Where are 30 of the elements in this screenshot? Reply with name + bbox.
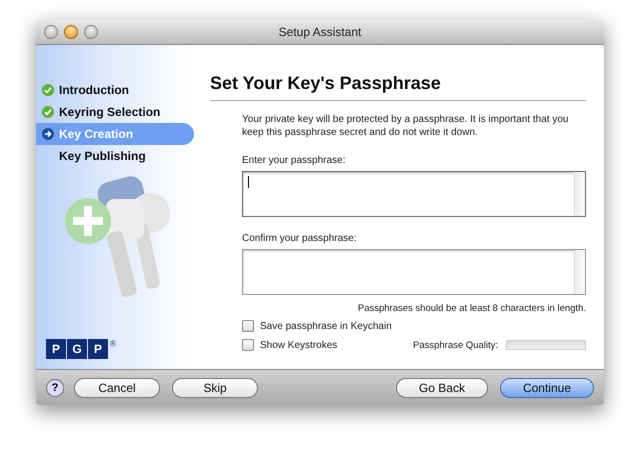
footer-button[interactable]: Skip bbox=[172, 378, 258, 398]
quality-label: Passphrase Quality: bbox=[412, 340, 498, 350]
check-icon bbox=[42, 84, 54, 96]
text-cursor bbox=[248, 176, 249, 188]
step-item[interactable]: Introduction bbox=[36, 79, 194, 101]
footer-button[interactable]: Go Back bbox=[396, 378, 488, 398]
page-title: Set Your Key's Passphrase bbox=[210, 73, 586, 101]
field-label: Enter your passphrase: bbox=[242, 155, 346, 166]
hint-text: Passphrases should be at least 8 characters in length. bbox=[356, 303, 586, 314]
arrow-icon bbox=[42, 128, 54, 140]
help-button[interactable]: ? bbox=[46, 378, 64, 396]
checkbox[interactable] bbox=[242, 320, 254, 332]
footer-button[interactable]: Cancel bbox=[74, 378, 160, 398]
passphrase-field[interactable] bbox=[242, 171, 586, 217]
registered-mark: ® bbox=[110, 339, 116, 348]
footer-button[interactable]: Continue bbox=[500, 378, 594, 398]
pgp-logo: P G P bbox=[46, 339, 108, 359]
step-item[interactable]: Keyring Selection bbox=[36, 101, 194, 123]
checkbox-label: Save passphrase in Keychain bbox=[260, 320, 392, 332]
window-title: Setup Assistant bbox=[278, 25, 362, 39]
close-button[interactable] bbox=[44, 25, 58, 39]
checkbox-label: Show Keystrokes bbox=[260, 340, 338, 350]
minimize-button[interactable] bbox=[64, 25, 78, 39]
step-item[interactable]: Key Publishing bbox=[36, 145, 194, 167]
passphrase-field[interactable] bbox=[242, 249, 586, 295]
field-label: Confirm your passphrase: bbox=[242, 233, 358, 244]
zoom-button[interactable] bbox=[84, 25, 98, 39]
check-icon bbox=[42, 106, 54, 118]
checkbox[interactable] bbox=[242, 339, 254, 351]
intro-text: Your private key will be protected by a passphrase. It is important that you keep this passphrase secret and do not write it down. bbox=[242, 113, 570, 139]
